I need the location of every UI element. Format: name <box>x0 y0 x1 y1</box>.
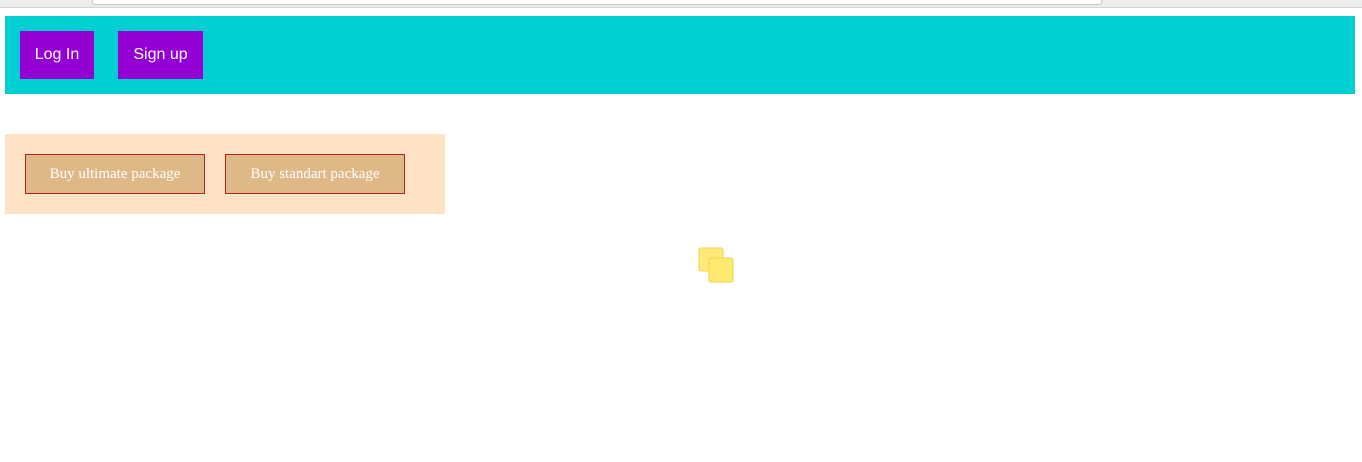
overlapping-squares-icon <box>698 247 734 283</box>
buy-ultimate-package-button[interactable]: Buy ultimate package <box>25 154 205 194</box>
address-bar[interactable] <box>92 0 1102 5</box>
buy-standart-package-button[interactable]: Buy standart package <box>225 154 405 194</box>
signup-button[interactable]: Sign up <box>118 31 203 79</box>
top-nav-bar: Log In Sign up <box>5 16 1355 94</box>
packages-panel: Buy ultimate package Buy standart packag… <box>5 134 445 214</box>
browser-chrome <box>0 0 1362 8</box>
login-button[interactable]: Log In <box>20 31 94 79</box>
